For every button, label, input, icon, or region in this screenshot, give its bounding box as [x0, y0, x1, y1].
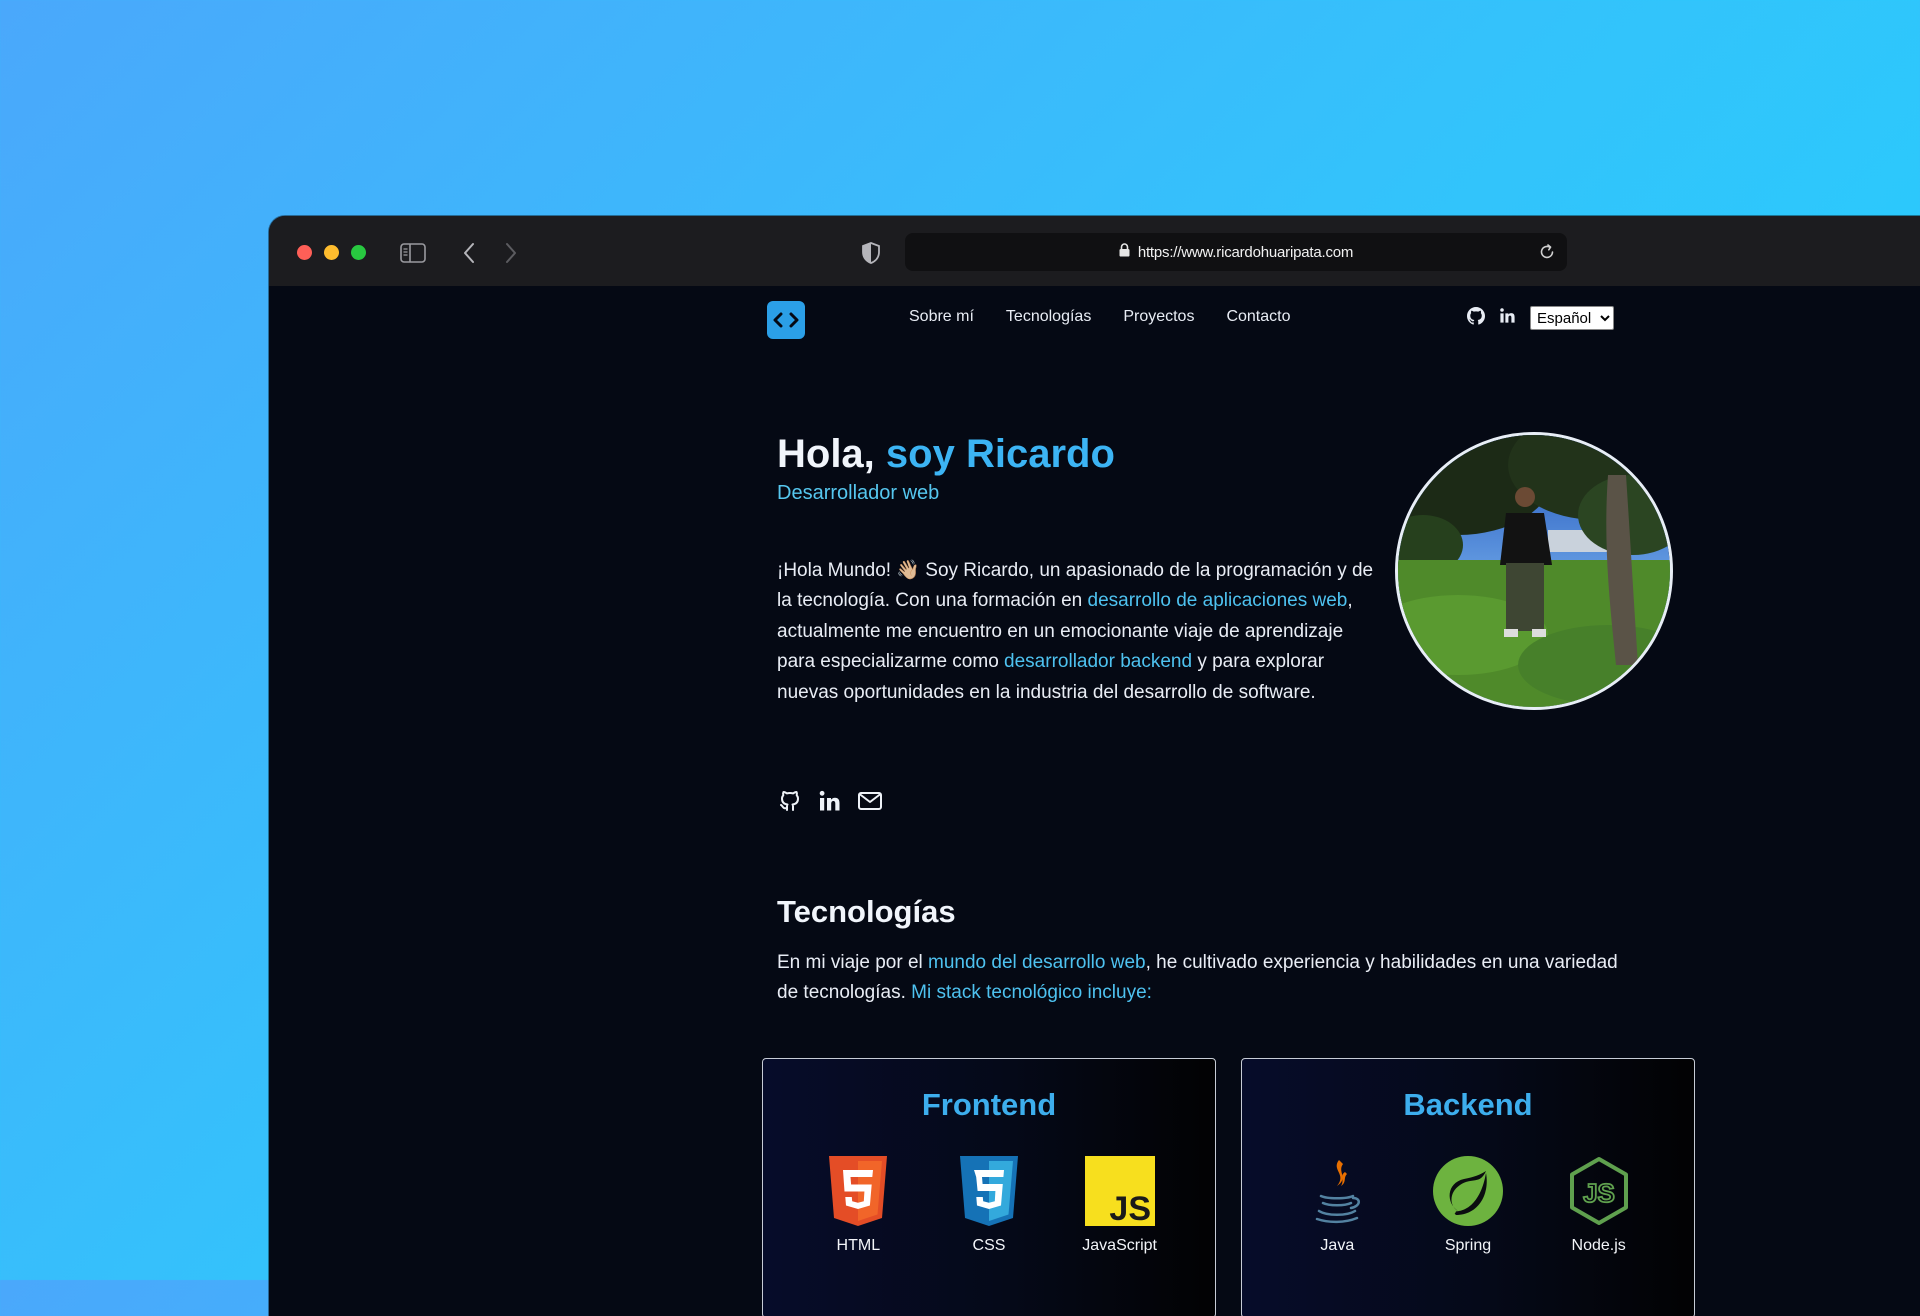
css3-icon — [953, 1155, 1025, 1227]
lock-icon — [1119, 243, 1130, 261]
intro-paragraph: ¡Hola Mundo! 👋🏼 Soy Ricardo, un apasiona… — [777, 556, 1377, 708]
tech-item-spring: Spring — [1418, 1155, 1518, 1255]
reload-icon[interactable] — [1535, 240, 1559, 264]
tech-label: JavaScript — [1082, 1237, 1157, 1254]
url-text: https://www.ricardohuaripata.com — [1137, 243, 1354, 261]
tech-label: Node.js — [1571, 1237, 1626, 1254]
tech-desc-text-1: En mi viaje por el — [777, 952, 929, 973]
tech-label: CSS — [972, 1237, 1006, 1254]
sidebar-toggle-icon[interactable] — [397, 237, 429, 269]
github-icon[interactable] — [1467, 306, 1485, 330]
close-window-button[interactable] — [297, 245, 312, 260]
minimize-window-button[interactable] — [324, 245, 339, 260]
browser-toolbar: https://www.ricardohuaripata.com — [269, 216, 1920, 286]
backend-card: Backend Java Spring JS Node.js — [1241, 1058, 1695, 1316]
linkedin-icon[interactable] — [817, 788, 843, 814]
github-icon[interactable] — [777, 788, 803, 814]
tech-label: Java — [1320, 1237, 1355, 1254]
frontend-card-title: Frontend — [921, 1087, 1057, 1122]
hero-subtitle: Desarrollador web — [777, 482, 940, 504]
intro-highlight-web-dev: desarrollo de aplicaciones web — [1087, 590, 1348, 612]
privacy-shield-icon[interactable] — [855, 237, 887, 269]
hero-greeting: Hola, — [777, 432, 875, 476]
site-logo[interactable] — [767, 301, 805, 339]
nodejs-icon: JS — [1563, 1155, 1635, 1227]
hero-title: Hola, soy Ricardo — [777, 432, 1115, 477]
intro-highlight-backend: desarrollador backend — [1004, 651, 1193, 673]
nav-link-sobre-mi[interactable]: Sobre mí — [909, 308, 974, 326]
tech-desc-highlight-2: Mi stack tecnológico incluye: — [911, 982, 1152, 1004]
svg-text:JS: JS — [1109, 1190, 1151, 1226]
frontend-card: Frontend HTML CSS JS JavaScript — [762, 1058, 1216, 1316]
tech-label: Spring — [1444, 1237, 1492, 1254]
nav-link-contacto[interactable]: Contacto — [1226, 308, 1290, 326]
tech-item-html: HTML — [808, 1155, 908, 1255]
back-arrow-icon[interactable] — [453, 237, 485, 269]
linkedin-icon[interactable] — [1499, 307, 1516, 329]
tech-item-java: Java — [1287, 1155, 1387, 1255]
tech-description: En mi viaje por el mundo del desarrollo … — [777, 948, 1637, 1009]
backend-card-title: Backend — [1403, 1087, 1533, 1122]
tech-desc-highlight-1: mundo del desarrollo web — [928, 952, 1146, 973]
html5-icon — [822, 1155, 894, 1227]
web-page: Sobre mí Tecnologías Proyectos Contacto … — [269, 286, 1920, 1316]
svg-text:JS: JS — [1583, 1178, 1615, 1208]
main-nav: Sobre mí Tecnologías Proyectos Contacto — [909, 308, 1291, 326]
nav-link-tecnologias[interactable]: Tecnologías — [1006, 308, 1091, 326]
address-bar[interactable]: https://www.ricardohuaripata.com — [905, 233, 1567, 271]
language-select[interactable]: Español — [1530, 306, 1614, 330]
tech-section-title: Tecnologías — [777, 894, 956, 929]
tech-item-nodejs: JS Node.js — [1549, 1155, 1649, 1255]
social-links — [777, 788, 883, 814]
backend-tech-list: Java Spring JS Node.js — [1242, 1155, 1694, 1255]
zoom-window-button[interactable] — [351, 245, 366, 260]
profile-photo — [1395, 432, 1673, 710]
spring-icon — [1432, 1155, 1504, 1227]
frontend-tech-list: HTML CSS JS JavaScript — [763, 1155, 1215, 1255]
browser-window: https://www.ricardohuaripata.com Sobre m… — [269, 216, 1920, 1316]
hero-name: soy Ricardo — [885, 432, 1115, 476]
javascript-icon: JS — [1084, 1155, 1156, 1227]
java-icon — [1301, 1155, 1373, 1227]
tech-label: HTML — [836, 1237, 881, 1254]
nav-link-proyectos[interactable]: Proyectos — [1123, 308, 1194, 326]
nav-actions: Español — [1467, 306, 1614, 330]
tech-item-css: CSS — [939, 1155, 1039, 1255]
forward-arrow-icon[interactable] — [495, 237, 527, 269]
mail-icon[interactable] — [857, 788, 883, 814]
tech-item-javascript: JS JavaScript — [1070, 1155, 1170, 1255]
